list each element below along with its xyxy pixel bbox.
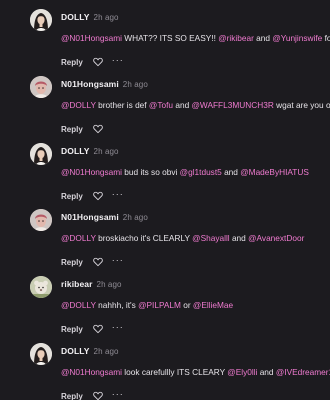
mention-link[interactable]: @Tofu bbox=[149, 100, 173, 110]
comment-item: DOLLY 2h ago @N01Hongsami look carefullly … bbox=[0, 340, 330, 400]
username-text[interactable]: rikibear bbox=[61, 279, 93, 289]
comment-body: @DOLLY brother is def @Tofu and @WAFFL3M… bbox=[61, 100, 330, 110]
comment-text: or bbox=[180, 300, 193, 310]
mention-link[interactable]: @rikibear bbox=[218, 33, 254, 43]
comment-actions: Reply ··· bbox=[61, 190, 124, 202]
comment-actions: Reply ··· bbox=[61, 390, 124, 400]
reply-button[interactable]: Reply bbox=[61, 392, 83, 400]
comment-text: and bbox=[257, 367, 276, 377]
mention-link[interactable]: @PILPALM bbox=[138, 300, 181, 310]
reply-button[interactable]: Reply bbox=[61, 325, 83, 334]
mention-link[interactable]: @DOLLY bbox=[61, 233, 96, 243]
more-options-icon[interactable]: ··· bbox=[112, 56, 124, 65]
comment-item: N01Hongsami 2h ago @DOLLY brother is def @… bbox=[0, 73, 330, 139]
mention-link[interactable]: @EllieMae bbox=[193, 300, 233, 310]
mention-link[interactable]: @DOLLY bbox=[61, 100, 96, 110]
heart-icon[interactable] bbox=[92, 124, 103, 134]
comment-actions: Reply ··· bbox=[61, 256, 124, 268]
mention-link[interactable]: @N01Hongsami bbox=[61, 367, 122, 377]
comment-timestamp: 2h ago bbox=[122, 80, 148, 89]
comment-body: @DOLLY nahhh, it's @PILPALM or @EllieMae bbox=[61, 300, 330, 310]
reply-button[interactable]: Reply bbox=[61, 125, 83, 134]
comment-actions: Reply ··· bbox=[61, 56, 124, 68]
mention-link[interactable]: @IVEdreamer125 bbox=[276, 367, 330, 377]
username-text[interactable]: N01Hongsami bbox=[61, 79, 119, 89]
comment-text: and bbox=[253, 33, 273, 43]
mention-link[interactable]: @WAFFL3MUNCH3R bbox=[192, 100, 274, 110]
username-text[interactable]: DOLLY bbox=[61, 146, 90, 156]
comment-text: nahhh, it's bbox=[95, 300, 139, 310]
mention-link[interactable]: @MadeByHIATUS bbox=[240, 167, 309, 177]
comment-text: brother is def bbox=[95, 100, 149, 110]
username-text[interactable]: DOLLY bbox=[61, 346, 90, 356]
more-options-icon[interactable]: ··· bbox=[112, 190, 124, 199]
comment-body: @N01Hongsami WHAT?? ITS SO EASY!! @rikib… bbox=[61, 33, 330, 43]
comment-item: DOLLY 2h ago @N01Hongsami bud its so obvi … bbox=[0, 140, 330, 206]
comment-text: for sureee bbox=[324, 33, 330, 43]
mention-link[interactable]: @AvanextDoor bbox=[248, 233, 304, 243]
mention-link[interactable]: @gl1tdust5 bbox=[180, 167, 222, 177]
comment-text: WHAT?? ITS SO EASY!! bbox=[122, 33, 219, 43]
mention-link[interactable]: @Yunjinswife bbox=[272, 33, 322, 43]
avatar[interactable] bbox=[30, 143, 52, 165]
comment-timestamp: 2h ago bbox=[96, 280, 122, 289]
comment-timestamp: 2h ago bbox=[93, 13, 119, 22]
comment-list: DOLLY 2h ago @N01Hongsami WHAT?? ITS SO EA… bbox=[0, 0, 330, 400]
comment-text: broskiacho it's CLEARLY bbox=[95, 233, 193, 243]
username-text[interactable]: DOLLY bbox=[61, 12, 90, 22]
comment-text: and bbox=[173, 100, 192, 110]
comment-item: DOLLY 2h ago @N01Hongsami WHAT?? ITS SO EA… bbox=[0, 6, 330, 72]
comment-body: @DOLLY broskiacho it's CLEARLY @Shayalll… bbox=[61, 233, 330, 243]
mention-link[interactable]: @N01Hongsami bbox=[61, 167, 122, 177]
avatar[interactable] bbox=[30, 276, 52, 298]
comment-username[interactable]: DOLLY 2h ago bbox=[61, 146, 119, 156]
mention-link[interactable]: @Shayalll bbox=[192, 233, 229, 243]
more-options-icon[interactable]: ··· bbox=[112, 390, 124, 399]
comment-username[interactable]: rikibear 2h ago bbox=[61, 279, 122, 289]
comment-text: wgat are you on abt bbox=[276, 100, 330, 110]
heart-icon[interactable] bbox=[92, 391, 103, 400]
reply-button[interactable]: Reply bbox=[61, 258, 83, 267]
comment-item: N01Hongsami 2h ago @DOLLY broskiacho it's … bbox=[0, 206, 330, 272]
reply-button[interactable]: Reply bbox=[61, 58, 83, 67]
comment-text: and bbox=[229, 233, 249, 243]
comment-username[interactable]: DOLLY 2h ago bbox=[61, 346, 119, 356]
comment-text: and bbox=[221, 167, 241, 177]
comment-timestamp: 2h ago bbox=[93, 347, 119, 356]
heart-icon[interactable] bbox=[92, 191, 103, 201]
more-options-icon[interactable]: ··· bbox=[112, 256, 124, 265]
more-options-icon[interactable]: ··· bbox=[112, 323, 124, 332]
comment-username[interactable]: N01Hongsami 2h ago bbox=[61, 79, 148, 89]
reply-button[interactable]: Reply bbox=[61, 192, 83, 201]
username-text[interactable]: N01Hongsami bbox=[61, 212, 119, 222]
avatar[interactable] bbox=[30, 76, 52, 98]
heart-icon[interactable] bbox=[92, 324, 103, 334]
avatar[interactable] bbox=[30, 343, 52, 365]
mention-link[interactable]: @N01Hongsami bbox=[61, 33, 122, 43]
comment-body: @N01Hongsami bud its so obvi @gl1tdust5 … bbox=[61, 167, 330, 177]
comment-timestamp: 2h ago bbox=[122, 213, 148, 222]
comment-timestamp: 2h ago bbox=[93, 147, 119, 156]
heart-icon[interactable] bbox=[92, 57, 103, 67]
comment-item: rikibear 2h ago @DOLLY nahhh, it's @PILPAL… bbox=[0, 273, 330, 339]
avatar[interactable] bbox=[30, 9, 52, 31]
mention-link[interactable]: @DOLLY bbox=[61, 300, 96, 310]
avatar[interactable] bbox=[30, 209, 52, 231]
comment-text: look carefullly ITS CLEARY bbox=[122, 367, 228, 377]
comment-username[interactable]: DOLLY 2h ago bbox=[61, 12, 119, 22]
comment-username[interactable]: N01Hongsami 2h ago bbox=[61, 212, 148, 222]
comment-actions: Reply bbox=[61, 123, 112, 135]
comment-text: bud its so obvi bbox=[122, 167, 180, 177]
comment-body: @N01Hongsami look carefullly ITS CLEARY … bbox=[61, 367, 330, 377]
comment-actions: Reply ··· bbox=[61, 323, 124, 335]
mention-link[interactable]: @Ely0lli bbox=[227, 367, 257, 377]
heart-icon[interactable] bbox=[92, 257, 103, 267]
